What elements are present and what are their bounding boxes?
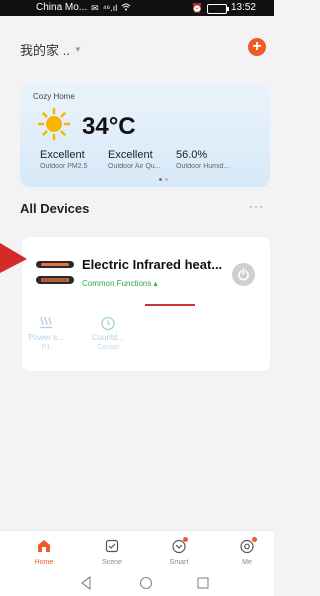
function-value: Cancel (97, 344, 119, 351)
device-card[interactable]: Electric Infrared heat... Common Functio… (22, 237, 270, 371)
function-countdown[interactable]: Countd... Cancel (84, 315, 132, 351)
home-selector[interactable]: 我的家 .. ▼ (20, 40, 82, 59)
me-icon (223, 537, 271, 555)
stat-value: Excellent (108, 149, 153, 161)
stat-label: Outdoor PM2.5 (40, 163, 88, 170)
more-options-button[interactable]: ··· (249, 199, 264, 213)
common-functions-toggle[interactable]: Common Functions ▴ (82, 279, 158, 288)
tab-label: Smart (169, 559, 189, 566)
tab-home[interactable]: Home (20, 537, 68, 566)
tab-bar: Home Scene Smart Me (0, 530, 274, 571)
weather-location: Cozy Home (33, 92, 75, 101)
smart-icon (155, 537, 203, 555)
home-circle-icon[interactable] (139, 576, 153, 595)
tab-me[interactable]: Me (223, 537, 271, 566)
battery-icon (206, 4, 229, 14)
carousel-dots (159, 178, 168, 181)
scene-icon (88, 537, 136, 555)
power-button[interactable] (232, 263, 255, 286)
message-icon: ✉ (91, 3, 99, 13)
weather-card[interactable]: Cozy Home 34°C Excellent Outdoor PM2.5 E… (20, 83, 270, 187)
stat-label: Outdoor Air Qu... (108, 163, 161, 170)
section-title: All Devices (20, 201, 90, 216)
heat-waves-icon (22, 315, 70, 331)
stat-label: Outdoor Humid... (176, 163, 230, 170)
signal-icon: ⁴⁶.ıl (102, 3, 118, 13)
chevron-down-icon: ▼ (73, 45, 82, 54)
alarm-icon: ⏰ (191, 3, 203, 13)
carousel-dot (165, 178, 168, 181)
function-label: Power s... (28, 333, 64, 342)
annotation-arrow-icon (0, 243, 27, 273)
carousel-dot (159, 178, 162, 181)
tab-label: Me (242, 559, 252, 566)
function-power-setting[interactable]: Power s... P1 (22, 315, 70, 351)
wifi-icon (121, 0, 131, 16)
notification-dot (183, 537, 188, 542)
annotation-underline (145, 304, 195, 306)
system-nav-bar (0, 570, 274, 596)
notification-dot (252, 537, 257, 542)
status-bar: China Mo... ✉ ⁴⁶.ıl ⏰ 13:52 (0, 0, 274, 16)
stat-value: 56.0% (176, 149, 208, 161)
stat-air-quality: Excellent Outdoor Air Qu... (108, 149, 176, 170)
power-icon (238, 268, 249, 281)
tab-scene[interactable]: Scene (88, 537, 136, 566)
sun-icon (37, 107, 71, 141)
heater-icon (36, 261, 74, 284)
back-icon[interactable] (80, 575, 92, 595)
function-value: P1 (41, 344, 51, 351)
tab-label: Home (34, 559, 54, 566)
home-icon (20, 537, 68, 555)
device-name: Electric Infrared heat... (82, 257, 223, 272)
add-device-button[interactable]: + (248, 38, 266, 56)
plus-icon: + (252, 38, 262, 55)
recents-icon[interactable] (197, 576, 209, 594)
tab-label: Scene (102, 559, 122, 566)
carrier-label: China Mo... (36, 2, 88, 13)
home-name: 我的家 .. (20, 43, 70, 58)
stat-pm25: Excellent Outdoor PM2.5 (40, 149, 108, 170)
timer-icon (84, 315, 132, 331)
function-label: Countd... (91, 333, 125, 342)
stat-value: Excellent (40, 149, 85, 161)
clock: 13:52 (230, 2, 256, 13)
temperature: 34°C (82, 113, 136, 140)
stat-humidity: 56.0% Outdoor Humid... (176, 149, 244, 170)
tab-smart[interactable]: Smart (155, 537, 203, 566)
